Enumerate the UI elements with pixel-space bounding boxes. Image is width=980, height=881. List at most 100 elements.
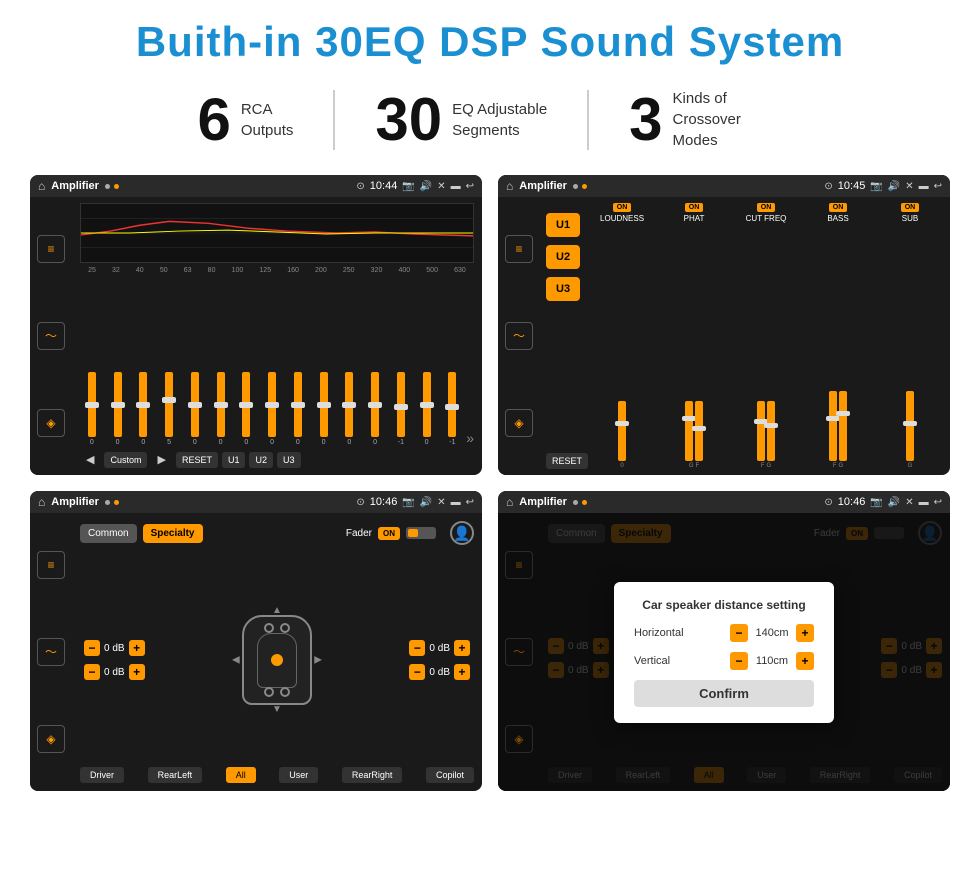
speaker-icon[interactable]: ◈: [37, 409, 65, 437]
back-icon-s4[interactable]: ↩: [934, 497, 942, 508]
eq-slider-9[interactable]: 0: [286, 372, 310, 446]
home-icon-s3[interactable]: ⌂: [38, 495, 45, 509]
eq-slider-11[interactable]: 0: [338, 372, 362, 446]
speaker-icon-s2[interactable]: ◈: [505, 409, 533, 437]
fr-plus-button[interactable]: +: [454, 640, 470, 656]
eq-graph: [80, 203, 474, 263]
screen4-body: ≡ 〜 ◈ Common Specialty Fader ON 👤: [498, 513, 950, 791]
u2-button[interactable]: U2: [249, 452, 273, 468]
u2-cross-button[interactable]: U2: [546, 245, 580, 269]
u3-cross-button[interactable]: U3: [546, 277, 580, 301]
eq-slider-3[interactable]: 0: [132, 372, 156, 446]
person-icon-s3[interactable]: 👤: [450, 521, 474, 545]
reset-cross-button[interactable]: RESET: [546, 453, 588, 469]
bass-slider[interactable]: [829, 227, 847, 461]
phat-slider[interactable]: [685, 227, 703, 461]
eq-slider-6[interactable]: 0: [209, 372, 233, 446]
rr-minus-button[interactable]: −: [409, 664, 425, 680]
back-icon-s3[interactable]: ↩: [466, 497, 474, 508]
horizontal-plus-button[interactable]: +: [796, 624, 814, 642]
home-icon-s2[interactable]: ⌂: [506, 179, 513, 193]
loudness-slider[interactable]: [618, 227, 626, 461]
front-speakers: [264, 623, 290, 633]
home-icon-s4[interactable]: ⌂: [506, 495, 513, 509]
horizontal-minus-button[interactable]: −: [730, 624, 748, 642]
vertical-plus-button[interactable]: +: [796, 652, 814, 670]
pin-icon-s4: ⊙: [824, 497, 832, 508]
dialog-overlay: Car speaker distance setting Horizontal …: [498, 513, 950, 791]
fl-plus-button[interactable]: +: [129, 640, 145, 656]
copilot-button[interactable]: Copilot: [426, 767, 474, 783]
sub-slider[interactable]: [906, 227, 914, 461]
eq-slider-5[interactable]: 0: [183, 372, 207, 446]
reset-button[interactable]: RESET: [176, 452, 218, 468]
home-icon[interactable]: ⌂: [38, 179, 45, 193]
back-icon-s2[interactable]: ↩: [934, 181, 942, 192]
vertical-minus-button[interactable]: −: [730, 652, 748, 670]
dialog-horizontal-row: Horizontal − 140cm +: [634, 624, 814, 642]
screen1-topbar: ⌂ Amplifier ⊙ 10:44 📷 🔊 ✕ ▬ ↩: [30, 175, 482, 197]
eq-slider-4[interactable]: 5: [157, 372, 181, 446]
u3-button[interactable]: U3: [277, 452, 301, 468]
back-icon[interactable]: ↩: [466, 181, 474, 192]
eq-slider-14[interactable]: 0: [415, 372, 439, 446]
rl-plus-button[interactable]: +: [129, 664, 145, 680]
eq-slider-2[interactable]: 0: [106, 372, 130, 446]
ch-sub: ON SUB G: [876, 203, 944, 469]
fader-slider[interactable]: [406, 527, 436, 539]
rr-plus-button[interactable]: +: [454, 664, 470, 680]
speaker-icon-s3[interactable]: ◈: [37, 725, 65, 753]
eq-slider-7[interactable]: 0: [235, 372, 259, 446]
ch-cutfreq: ON CUT FREQ FG: [732, 203, 800, 469]
wave-icon-s2[interactable]: 〜: [505, 322, 533, 350]
wave-icon-s3[interactable]: 〜: [37, 638, 65, 666]
dot1: [105, 184, 110, 189]
arrow-down-icon: ▼: [272, 704, 282, 715]
dialog-vertical-control: − 110cm +: [730, 652, 814, 670]
common-tab-button[interactable]: Common: [80, 524, 137, 543]
on-badge-sub: ON: [901, 203, 920, 212]
next-button[interactable]: ▶: [151, 450, 171, 469]
rl-minus-button[interactable]: −: [84, 664, 100, 680]
screen3-status-dots: [105, 500, 119, 505]
eq-slider-12[interactable]: 0: [363, 372, 387, 446]
bass-vals: FG: [833, 463, 843, 469]
eq-slider-10[interactable]: 0: [312, 372, 336, 446]
center-dot: [271, 654, 283, 666]
eq-icon-s2[interactable]: ≡: [505, 235, 533, 263]
u1-cross-button[interactable]: U1: [546, 213, 580, 237]
eq-slider-1[interactable]: 0: [80, 372, 104, 446]
mode-button[interactable]: Custom: [104, 452, 147, 468]
right-col: − 0 dB + − 0 dB +: [409, 640, 470, 680]
fr-minus-button[interactable]: −: [409, 640, 425, 656]
eq-icon-s3[interactable]: ≡: [37, 551, 65, 579]
all-button[interactable]: All: [226, 767, 256, 783]
driver-button[interactable]: Driver: [80, 767, 124, 783]
vertical-value: 110cm: [752, 655, 792, 667]
fader-on-toggle[interactable]: ON: [378, 527, 400, 540]
more-icon[interactable]: »: [466, 430, 474, 446]
horizontal-value: 140cm: [752, 627, 792, 639]
eq-slider-15[interactable]: -1: [441, 372, 465, 446]
screen4-status-dots: [573, 500, 587, 505]
s2-dot2: [582, 184, 587, 189]
rearleft-button[interactable]: RearLeft: [148, 767, 203, 783]
ch-sub-label: SUB: [902, 214, 918, 223]
car-diagram: ▲ ▼ ◀ ▶: [242, 615, 312, 705]
fl-minus-button[interactable]: −: [84, 640, 100, 656]
eq-slider-13[interactable]: -1: [389, 372, 413, 446]
dialog-vertical-row: Vertical − 110cm +: [634, 652, 814, 670]
eq-icon[interactable]: ≡: [37, 235, 65, 263]
cutfreq-slider[interactable]: [757, 227, 775, 461]
prev-button[interactable]: ◀: [80, 450, 100, 469]
wave-icon[interactable]: 〜: [37, 322, 65, 350]
confirm-button[interactable]: Confirm: [634, 680, 814, 707]
user-button[interactable]: User: [279, 767, 318, 783]
rearright-button[interactable]: RearRight: [342, 767, 403, 783]
rect-icon-s4: ▬: [919, 497, 929, 508]
stats-row: 6 RCA Outputs 30 EQ Adjustable Segments …: [30, 88, 950, 151]
specialty-tab-button[interactable]: Specialty: [143, 524, 203, 543]
eq-slider-8[interactable]: 0: [260, 372, 284, 446]
u1-button[interactable]: U1: [222, 452, 246, 468]
ch-bass: ON BASS FG: [804, 203, 872, 469]
